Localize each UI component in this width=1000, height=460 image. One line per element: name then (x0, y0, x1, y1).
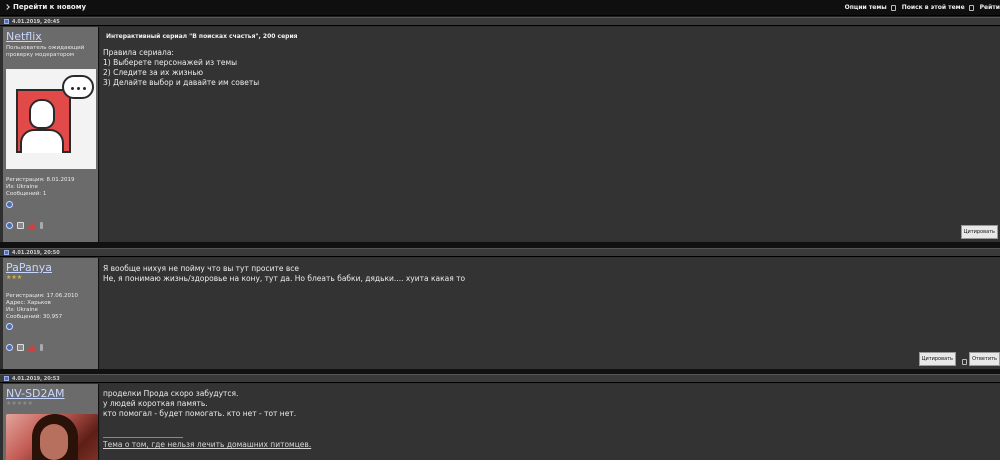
user-rank-stars: ★★★★★ (6, 400, 33, 407)
top-nav-bar: Перейти к новому Опции темы Поиск в этой… (0, 0, 1000, 16)
user-reg-date: Регистрация: 8.01.2019 (6, 177, 75, 183)
post-header: 4.01.2019, 20:53 (0, 374, 1000, 383)
dropdown-icon (890, 4, 896, 11)
post-actions-left (6, 222, 95, 229)
user-avatar[interactable] (6, 69, 96, 169)
post-line: 1) Выберете персонажей из темы (103, 58, 238, 67)
thread-rating-label: Рейти (979, 4, 1000, 11)
username-link[interactable]: PaPanya (6, 261, 95, 274)
user-post-count: Сообщений: 1 (6, 191, 47, 197)
user-post-count: Сообщений: 30,957 (6, 314, 63, 320)
user-avatar[interactable] (6, 414, 98, 460)
quote-button[interactable]: Цитировать (918, 352, 956, 366)
thread-options-label: Опции темы (844, 4, 887, 11)
bookmark-icon[interactable] (40, 222, 43, 229)
user-rank-stars: ★★★ (6, 274, 23, 281)
topic-title: Интерактивный сериал "В поисках счастья"… (106, 33, 298, 40)
post-line: 3) Делайте выбор и давайте им советы (103, 78, 260, 87)
user-reg-date: Регистрация: 17.06.2010 (6, 293, 78, 299)
quote-button[interactable]: Цитировать (960, 225, 998, 239)
user-rank: Пользователь ожидающий проверку модерато… (6, 45, 85, 58)
goto-new-label: Перейти к новому (13, 3, 87, 11)
report-icon[interactable] (28, 222, 36, 229)
post-icon (4, 376, 9, 381)
post-line: 2) Следите за их жизнью (103, 68, 204, 77)
user-badges (6, 201, 95, 208)
goto-new-link[interactable]: Перейти к новому (4, 3, 87, 11)
post-header: 4.01.2019, 20:45 (0, 17, 1000, 26)
post-line: Не, я понимаю жизнь/здоровье на кону, ту… (103, 274, 466, 283)
post-line: Правила сериала: (103, 48, 174, 57)
user-badges (6, 323, 95, 330)
signature-divider (103, 437, 183, 438)
post-actions-left (6, 344, 95, 351)
username-link[interactable]: NV-SD2AM (6, 387, 95, 400)
username-link[interactable]: Netflix (6, 30, 95, 43)
post-line: Я вообще нихуя не пойму что вы тут проси… (103, 264, 300, 273)
post-3: 4.01.2019, 20:53 NV-SD2AM ★★★★★ проделки… (0, 374, 1000, 460)
post-date: 4.01.2019, 20:45 (12, 18, 60, 25)
avatar-body (20, 129, 64, 153)
post-icon (4, 250, 9, 255)
profile-icon[interactable] (6, 344, 13, 351)
post-header: 4.01.2019, 20:50 (0, 248, 1000, 257)
user-location: Из: Ukraine (6, 307, 38, 313)
scales-icon[interactable] (17, 344, 24, 351)
post-date: 4.01.2019, 20:50 (12, 249, 60, 256)
user-info-column: Netflix Пользователь ожидающий проверку … (3, 27, 99, 242)
profile-icon[interactable] (6, 222, 13, 229)
avatar-face (29, 99, 55, 129)
avatar-face (40, 424, 68, 460)
flag-icon (6, 323, 13, 330)
post-body: Интерактивный сериал "В поисках счастья"… (100, 27, 1000, 242)
user-location: Из: Ukraine (6, 184, 38, 190)
post-line: у людей короткая память. (103, 399, 208, 408)
user-info-column: NV-SD2AM ★★★★★ (3, 384, 99, 460)
post-line: проделки Прода скоро забудутся. (103, 389, 239, 398)
dropdown-icon (968, 4, 974, 11)
post-date: 4.01.2019, 20:53 (12, 375, 60, 382)
thread-rating-menu[interactable]: Рейти (980, 4, 1000, 11)
report-icon[interactable] (28, 344, 36, 351)
thread-options-menu[interactable]: Опции темы (845, 4, 896, 11)
flag-icon (6, 201, 13, 208)
multiquote-icon[interactable] (962, 359, 967, 365)
bookmark-icon[interactable] (40, 344, 43, 351)
post-2: 4.01.2019, 20:50 PaPanya ★★★ Регистрация… (0, 248, 1000, 369)
user-address: Адрес: Харьков (6, 300, 51, 306)
scales-icon[interactable] (17, 222, 24, 229)
post-body: проделки Прода скоро забудутся. у людей … (100, 384, 1000, 460)
user-info-column: PaPanya ★★★ Регистрация: 17.06.2010 Адре… (3, 258, 99, 369)
post-body: Я вообще нихуя не пойму что вы тут проси… (100, 258, 1000, 369)
thread-search-label: Поиск в этой теме (901, 4, 965, 11)
post-line: кто помогал - будет помогать. кто нет - … (103, 409, 297, 418)
post-icon (4, 19, 9, 24)
reply-button[interactable]: Ответить (969, 352, 1000, 366)
thread-search-menu[interactable]: Поиск в этой теме (902, 4, 974, 11)
thread-tools: Опции темы Поиск в этой теме Рейти (845, 4, 1000, 11)
post-1: 4.01.2019, 20:45 Netflix Пользователь ож… (0, 17, 1000, 242)
signature-link[interactable]: Тема о том, где нельзя лечить домашних п… (103, 440, 311, 449)
arrow-right-icon (4, 4, 10, 10)
avatar-speech-bubble (62, 75, 94, 99)
